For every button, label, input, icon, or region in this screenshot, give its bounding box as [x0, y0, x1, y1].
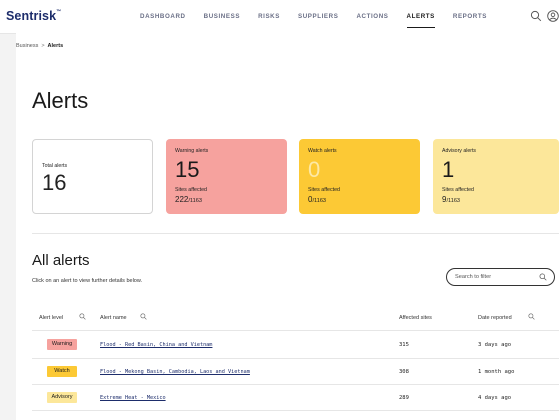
nav-business[interactable]: BUSINESS	[204, 0, 240, 33]
main-content	[16, 33, 559, 420]
summary-card-advisory[interactable]: Advisory alerts 1 Sites affected 9/1163	[433, 139, 559, 214]
affected-sites-value: 308	[399, 369, 409, 375]
watch-sites-label: Sites affected	[308, 187, 340, 193]
breadcrumb-separator: >	[41, 43, 45, 49]
nav-reports[interactable]: REPORTS	[453, 0, 487, 33]
summary-card-warning[interactable]: Warning alerts 15 Sites affected 222/116…	[166, 139, 287, 214]
total-alerts-value: 16	[42, 170, 67, 195]
date-reported-value: 3 days ago	[478, 342, 512, 348]
advisory-sites-label: Sites affected	[442, 187, 474, 193]
row-divider	[32, 384, 559, 385]
search-icon[interactable]	[530, 10, 542, 22]
breadcrumb-parent[interactable]: Business	[16, 43, 38, 49]
row-divider	[32, 410, 559, 411]
alert-level-badge: Watch	[47, 366, 77, 377]
alert-name-link[interactable]: Flood - Mekong Basin, Cambodia, Laos and…	[100, 369, 250, 375]
nav-alerts[interactable]: ALERTS	[406, 0, 436, 33]
watch-alerts-label: Watch alerts	[308, 148, 337, 154]
col-header-affected-sites[interactable]: Affected sites	[399, 315, 432, 321]
main-nav: DASHBOARD BUSINESS RISKS SUPPLIERS ACTIO…	[140, 0, 505, 33]
nav-suppliers[interactable]: SUPPLIERS	[298, 0, 338, 33]
nav-risks[interactable]: RISKS	[258, 0, 280, 33]
warning-sites-label: Sites affected	[175, 187, 207, 193]
page-title: Alerts	[32, 88, 89, 113]
column-search-icon[interactable]	[140, 313, 147, 320]
summary-card-watch[interactable]: Watch alerts 0 Sites affected 0/1163	[299, 139, 420, 214]
search-icon[interactable]	[539, 273, 547, 281]
warning-alerts-value: 15	[175, 157, 200, 182]
watch-alerts-value: 0	[308, 157, 321, 182]
table-header-divider	[32, 330, 559, 331]
date-reported-value: 1 month ago	[478, 369, 515, 375]
breadcrumb: Business > Alerts	[16, 43, 63, 49]
alert-level-badge: Warning	[47, 339, 77, 350]
advisory-sites-value: 9/1163	[442, 195, 461, 204]
col-header-alert-name[interactable]: Alert name	[100, 315, 127, 321]
user-icon[interactable]	[547, 10, 559, 22]
breadcrumb-current: Alerts	[47, 43, 64, 49]
filter-search-input[interactable]	[455, 272, 533, 282]
alert-level-badge: Advisory	[47, 392, 77, 403]
advisory-alerts-value: 1	[442, 157, 455, 182]
column-search-icon[interactable]	[528, 313, 535, 320]
all-alerts-subtitle: Click on an alert to view further detail…	[32, 278, 143, 284]
warning-alerts-label: Warning alerts	[175, 148, 209, 154]
app-logo[interactable]: Sentrisk™	[6, 9, 61, 23]
alert-name-link[interactable]: Flood - Red Basin, China and Vietnam	[100, 342, 212, 348]
nav-dashboard[interactable]: DASHBOARD	[140, 0, 186, 33]
app-header: Sentrisk™ DASHBOARD BUSINESS RISKS SUPPL…	[0, 0, 559, 34]
nav-actions[interactable]: ACTIONS	[356, 0, 388, 33]
filter-search-box[interactable]	[446, 268, 555, 286]
all-alerts-title: All alerts	[32, 252, 90, 269]
column-search-icon[interactable]	[79, 313, 86, 320]
affected-sites-value: 315	[399, 342, 409, 348]
date-reported-value: 4 days ago	[478, 395, 512, 401]
summary-card-total: Total alerts 16	[32, 139, 153, 214]
col-header-alert-level[interactable]: Alert level	[39, 315, 63, 321]
total-alerts-label: Total alerts	[42, 163, 68, 169]
section-divider	[32, 233, 559, 234]
warning-sites-value: 222/1163	[175, 195, 202, 204]
affected-sites-value: 289	[399, 395, 409, 401]
watch-sites-value: 0/1163	[308, 195, 327, 204]
advisory-alerts-label: Advisory alerts	[442, 148, 477, 154]
alert-name-link[interactable]: Extreme Heat - Mexico	[100, 395, 166, 401]
row-divider	[32, 358, 559, 359]
col-header-date-reported[interactable]: Date reported	[478, 315, 512, 321]
